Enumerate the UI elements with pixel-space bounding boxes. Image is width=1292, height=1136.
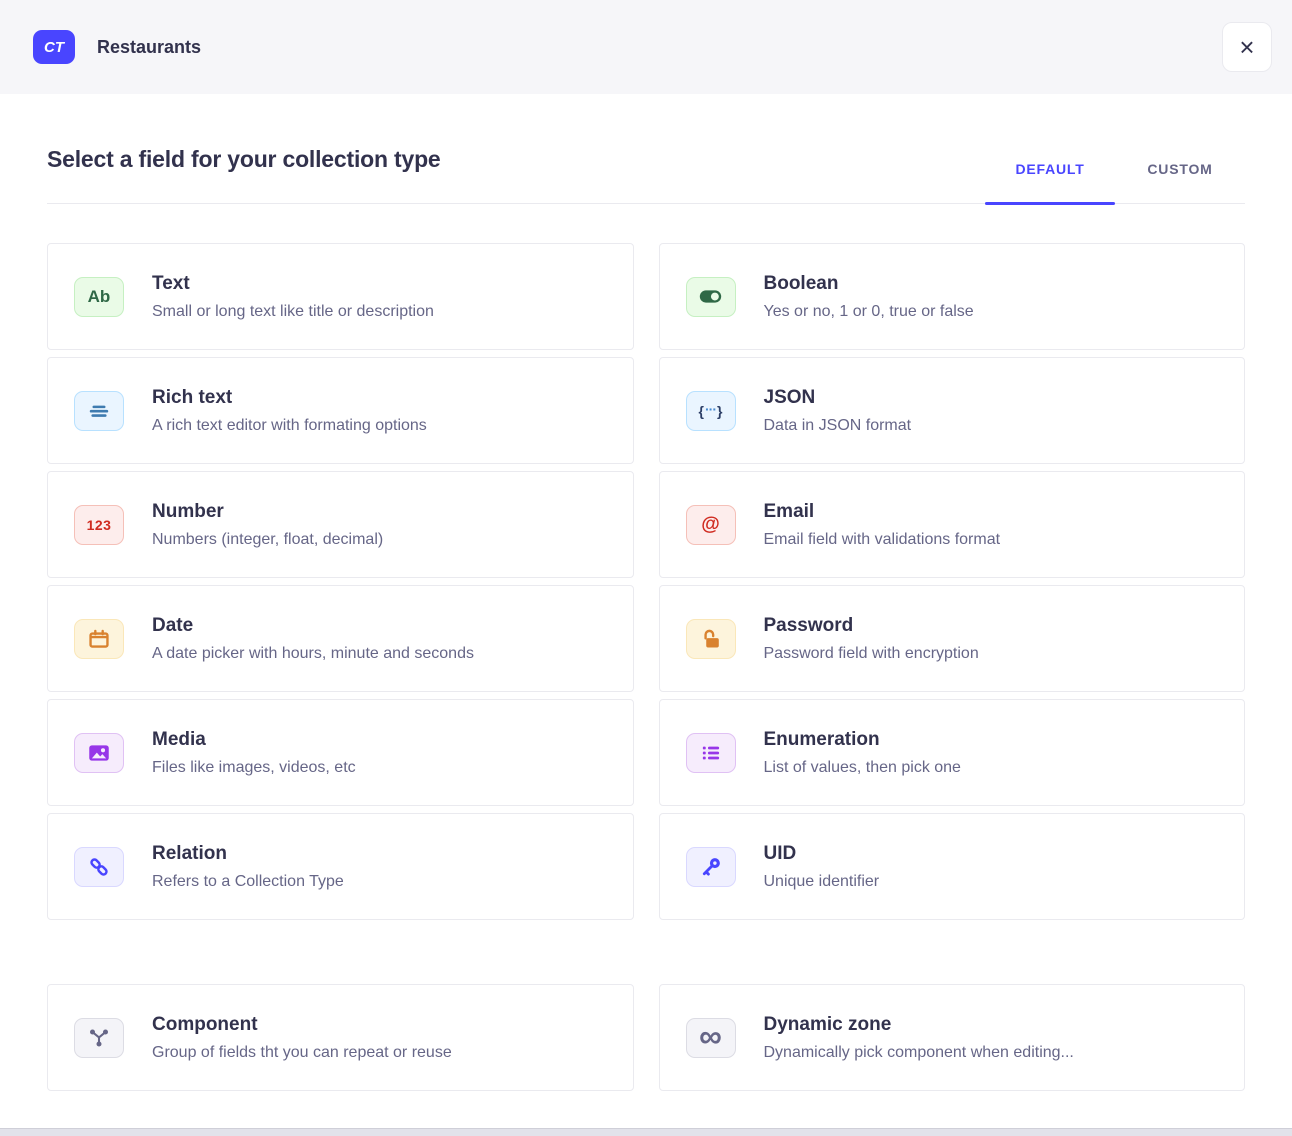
field-description: Email field with validations format xyxy=(764,531,1001,549)
field-grid: Ab Text Small or long text like title or… xyxy=(47,243,1245,920)
field-description: Group of fields tht you can repeat or re… xyxy=(152,1044,452,1062)
calendar-icon xyxy=(74,619,124,659)
field-card-number[interactable]: 123 Number Numbers (integer, float, deci… xyxy=(47,471,634,578)
field-name: Rich text xyxy=(152,387,427,409)
field-name: Text xyxy=(152,273,434,295)
field-card-json[interactable]: {···} JSON Data in JSON format xyxy=(659,357,1246,464)
field-card-enumeration[interactable]: Enumeration List of values, then pick on… xyxy=(659,699,1246,806)
field-description: Numbers (integer, float, decimal) xyxy=(152,531,383,549)
field-card-boolean[interactable]: Boolean Yes or no, 1 or 0, true or false xyxy=(659,243,1246,350)
json-braces-icon: {···} xyxy=(686,391,736,431)
field-description: Small or long text like title or descrip… xyxy=(152,303,434,321)
content-type-badge: CT xyxy=(33,30,75,64)
field-name: UID xyxy=(764,843,880,865)
field-description: Dynamically pick component when editing.… xyxy=(764,1044,1074,1062)
field-card-rich-text[interactable]: Rich text A rich text editor with format… xyxy=(47,357,634,464)
field-name: JSON xyxy=(764,387,912,409)
tab-default[interactable]: DEFAULT xyxy=(985,161,1115,203)
numbers-123-icon: 123 xyxy=(74,505,124,545)
advanced-field-grid: Component Group of fields tht you can re… xyxy=(47,984,1245,1091)
field-name: Number xyxy=(152,501,383,523)
field-card-dynamic-zone[interactable]: ∞ Dynamic zone Dynamically pick componen… xyxy=(659,984,1246,1091)
field-card-component[interactable]: Component Group of fields tht you can re… xyxy=(47,984,634,1091)
at-sign-icon: @ xyxy=(686,505,736,545)
key-icon xyxy=(686,847,736,887)
picture-icon xyxy=(74,733,124,773)
tab-custom[interactable]: CUSTOM xyxy=(1115,161,1245,203)
field-name: Relation xyxy=(152,843,344,865)
field-description: List of values, then pick one xyxy=(764,759,961,777)
title-row: Select a field for your collection type … xyxy=(47,94,1245,204)
bullet-list-icon xyxy=(686,733,736,773)
field-description: A rich text editor with formating option… xyxy=(152,417,427,435)
close-icon: × xyxy=(1239,34,1254,60)
field-card-media[interactable]: Media Files like images, videos, etc xyxy=(47,699,634,806)
field-description: Data in JSON format xyxy=(764,417,912,435)
field-name: Date xyxy=(152,615,474,637)
field-name: Email xyxy=(764,501,1001,523)
ab-text-icon: Ab xyxy=(74,277,124,317)
padlock-icon xyxy=(686,619,736,659)
field-name: Media xyxy=(152,729,356,751)
field-name: Password xyxy=(764,615,979,637)
field-name: Dynamic zone xyxy=(764,1014,1074,1036)
rich-text-lines-icon xyxy=(74,391,124,431)
modal-body: Select a field for your collection type … xyxy=(0,94,1292,1091)
field-name: Component xyxy=(152,1014,452,1036)
field-name: Enumeration xyxy=(764,729,961,751)
modal-title: Restaurants xyxy=(97,37,201,58)
field-card-email[interactable]: @ Email Email field with validations for… xyxy=(659,471,1246,578)
field-card-date[interactable]: Date A date picker with hours, minute an… xyxy=(47,585,634,692)
field-description: Password field with encryption xyxy=(764,645,979,663)
field-name: Boolean xyxy=(764,273,974,295)
field-description: Unique identifier xyxy=(764,873,880,891)
footer-edge xyxy=(0,1128,1292,1136)
nodes-icon xyxy=(74,1018,124,1058)
chain-link-icon xyxy=(74,847,124,887)
field-source-tabs: DEFAULT CUSTOM xyxy=(985,161,1245,203)
page-title: Select a field for your collection type xyxy=(47,146,441,173)
field-description: Files like images, videos, etc xyxy=(152,759,356,777)
close-button[interactable]: × xyxy=(1222,22,1272,72)
field-description: A date picker with hours, minute and sec… xyxy=(152,645,474,663)
modal-header: CT Restaurants × xyxy=(0,0,1292,94)
field-description: Yes or no, 1 or 0, true or false xyxy=(764,303,974,321)
field-card-uid[interactable]: UID Unique identifier xyxy=(659,813,1246,920)
field-card-password[interactable]: Password Password field with encryption xyxy=(659,585,1246,692)
infinity-icon: ∞ xyxy=(686,1018,736,1058)
toggle-icon xyxy=(686,277,736,317)
field-description: Refers to a Collection Type xyxy=(152,873,344,891)
field-card-text[interactable]: Ab Text Small or long text like title or… xyxy=(47,243,634,350)
field-card-relation[interactable]: Relation Refers to a Collection Type xyxy=(47,813,634,920)
